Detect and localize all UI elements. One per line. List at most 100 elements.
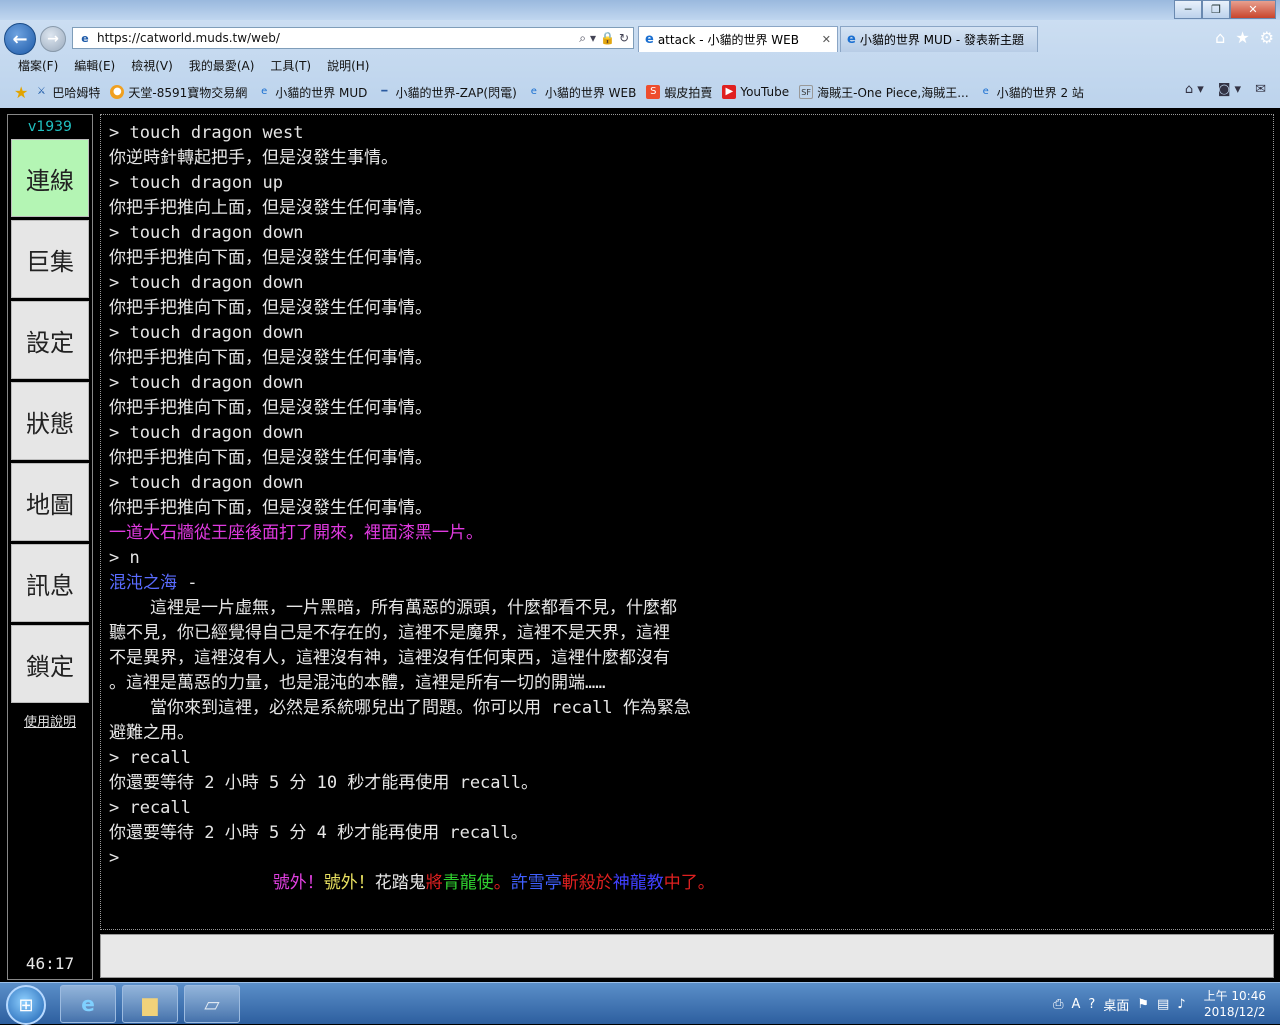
ie-page-icon: e (261, 86, 268, 97)
fav-catworld-web[interactable]: e 小貓的世界 WEB (527, 84, 637, 101)
menu-bar: 檔案(F) 編輯(E) 檢視(V) 我的最愛(A) 工具(T) 說明(H) (0, 56, 1280, 76)
mud-terminal-output[interactable]: > touch dragon west 你逆時針轉起把手，但是沒發生事情。 > to… (100, 114, 1274, 930)
terminal-line: 你把手把推向下面，但是沒發生任何事情。 (109, 498, 432, 518)
terminal-line: 你把手把推向下面，但是沒發生任何事情。 (109, 348, 432, 368)
fav-shopee[interactable]: S 蝦皮拍賣 (646, 84, 712, 101)
room-suffix: - (177, 573, 198, 593)
status-button[interactable]: 狀態 (11, 382, 89, 460)
terminal-line: > (109, 848, 120, 868)
tab-close-icon[interactable]: ✕ (822, 33, 831, 46)
taskbar-app[interactable]: ▱ (184, 985, 240, 1023)
command-input[interactable] (100, 934, 1274, 978)
taskbar: ⊞ e ▆ ▱ ⎙ A ? 桌面 ⚑ ▤ ♪ 上午 10:46 2018/12/… (0, 982, 1280, 1025)
favorites-star-icon[interactable]: ★ (14, 83, 28, 102)
title-bar: ─ ❐ ✕ (0, 0, 1280, 20)
favorites-bar: ★ ⚔ 巴哈姆特 ● 天堂-8591寶物交易網 e 小貓的世界 MUD ━ 小貓的世界-… (0, 80, 1280, 104)
version-label: v1939 (28, 119, 72, 135)
terminal-line: > touch dragon down (109, 323, 304, 343)
terminal-line: > touch dragon up (109, 173, 283, 193)
menu-help[interactable]: 說明(H) (327, 56, 369, 76)
announcement-segment: 號外！ (323, 873, 375, 893)
mail-icon[interactable]: ✉ (1255, 82, 1266, 97)
terminal-line: > touch dragon down (109, 473, 304, 493)
fav-onepiece[interactable]: SF 海賊王-One Piece,海賊王... (799, 84, 969, 101)
forward-button[interactable]: → (40, 26, 66, 52)
announcement-segment: 許雪亭 (510, 873, 562, 893)
announcement-segment: 。 (493, 873, 511, 893)
address-bar[interactable]: e https://catworld.muds.tw/web/ ⌕ ▾ 🔒 ↻ (72, 27, 634, 49)
tab-forum[interactable]: e 小貓的世界 MUD - 發表新主題 (840, 26, 1038, 52)
back-button[interactable]: ← (4, 23, 36, 55)
network-icon[interactable]: ▤ (1157, 997, 1169, 1012)
site-favicon-icon: e (81, 31, 89, 45)
help-link[interactable]: 使用說明 (8, 711, 92, 730)
terminal-line: > recall (109, 748, 191, 768)
desktop-label[interactable]: 桌面 (1103, 995, 1129, 1014)
speaker-icon[interactable]: ♪ (1177, 997, 1185, 1012)
fav-8591[interactable]: ● 天堂-8591寶物交易網 (110, 84, 247, 101)
start-button[interactable]: ⊞ (6, 985, 46, 1025)
zap-icon: ━ (381, 86, 388, 97)
system-tray: ⎙ A ? 桌面 ⚑ ▤ ♪ 上午 10:46 2018/12/2 (1053, 983, 1280, 1025)
fav-catworld-mud[interactable]: e 小貓的世界 MUD (257, 84, 367, 101)
fav-catworld-2[interactable]: e 小貓的世界 2 站 (979, 84, 1084, 101)
clock-date: 2018/12/2 (1204, 1005, 1266, 1019)
favorites-star-icon[interactable]: ★ (1235, 28, 1249, 47)
announcement-segment: 將 (425, 873, 443, 893)
home-icon[interactable]: ⌂ ▾ (1185, 82, 1204, 97)
room-description-line: 聽不見，你已經覺得自己是不存在的，這裡不是魔界，這裡不是天界，這裡 (109, 623, 670, 643)
terminal-line: 你把手把推向下面，但是沒發生任何事情。 (109, 398, 432, 418)
pdf-icon[interactable]: ⎙ (1053, 997, 1063, 1012)
ime-icon[interactable]: A (1072, 997, 1081, 1012)
terminal-line: 你還要等待 2 小時 5 分 10 秒才能再使用 recall。 (109, 773, 538, 793)
feeds-icon[interactable]: ◙ ▾ (1218, 82, 1241, 97)
terminal-lines: > touch dragon west 你逆時針轉起把手，但是沒發生事情。 > to… (109, 121, 1265, 521)
maximize-button[interactable]: ❐ (1202, 0, 1230, 19)
address-url[interactable]: https://catworld.muds.tw/web/ (97, 31, 579, 45)
lock-button[interactable]: 鎖定 (11, 625, 89, 703)
settings-button[interactable]: 設定 (11, 301, 89, 379)
menu-view[interactable]: 檢視(V) (131, 56, 173, 76)
menu-file[interactable]: 檔案(F) (18, 56, 58, 76)
search-icon[interactable]: ⌕ (579, 31, 586, 46)
flag-icon[interactable]: ⚑ (1137, 997, 1149, 1012)
dragon-icon: ⚔ (36, 86, 46, 97)
tab-attack[interactable]: e attack - 小貓的世界 WEB ✕ (638, 26, 838, 52)
room-description-line: 不是異界，這裡沒有人，這裡沒有神，這裡沒有任何東西，這裡什麼都沒有 (109, 648, 670, 668)
menu-edit[interactable]: 編輯(E) (74, 56, 115, 76)
refresh-icon[interactable]: ↻ (619, 31, 629, 46)
home-icon[interactable]: ⌂ (1215, 28, 1225, 47)
taskbar-ie[interactable]: e (60, 985, 116, 1023)
announcement-line: 號外！號外！花踏鬼將青龍使。許雪亭斬殺於神龍教中了。 (109, 871, 1265, 896)
youtube-icon: ▶ (722, 85, 737, 99)
tab-label: attack - 小貓的世界 WEB (657, 33, 799, 47)
terminal-line-command: > n (109, 548, 140, 568)
taskbar-explorer[interactable]: ▆ (122, 985, 178, 1023)
fav-bahamut[interactable]: ⚔ 巴哈姆特 (34, 84, 101, 101)
gear-icon[interactable]: ⚙ (1260, 28, 1274, 47)
terminal-line: 你把手把推向下面，但是沒發生任何事情。 (109, 298, 432, 318)
help-icon[interactable]: ? (1088, 997, 1095, 1012)
browser-chrome: ─ ❐ ✕ ← → e https://catworld.muds.tw/web… (0, 0, 1280, 108)
connect-button[interactable]: 連線 (11, 139, 89, 217)
fav-youtube[interactable]: ▶ YouTube (722, 85, 789, 99)
sidebar: v1939 連線 巨集 設定 狀態 地圖 訊息 鎖定 使用說明 46:17 (7, 114, 93, 980)
dropdown-icon[interactable]: ▾ (590, 31, 596, 46)
terminal-line: 你把手把推向下面，但是沒發生任何事情。 (109, 448, 432, 468)
lock-icon[interactable]: 🔒 (600, 31, 615, 46)
menu-favorites[interactable]: 我的最愛(A) (189, 56, 255, 76)
minimize-button[interactable]: ─ (1174, 0, 1202, 19)
menu-tools[interactable]: 工具(T) (270, 56, 311, 76)
map-button[interactable]: 地圖 (11, 463, 89, 541)
window-icon: ▱ (204, 992, 220, 1016)
terminal-line: > recall (109, 798, 191, 818)
arrow-left-icon: ← (12, 28, 28, 50)
system-clock[interactable]: 上午 10:46 2018/12/2 (1204, 988, 1266, 1020)
room-title: 混沌之海 - (109, 571, 1265, 596)
macro-button[interactable]: 巨集 (11, 220, 89, 298)
fav-catworld-zap[interactable]: ━ 小貓的世界-ZAP(閃電) (377, 84, 516, 101)
page-content: v1939 連線 巨集 設定 狀態 地圖 訊息 鎖定 使用說明 46:17 > … (0, 108, 1280, 982)
room-name: 混沌之海 (109, 573, 177, 593)
close-button[interactable]: ✕ (1230, 0, 1276, 19)
messages-button[interactable]: 訊息 (11, 544, 89, 622)
